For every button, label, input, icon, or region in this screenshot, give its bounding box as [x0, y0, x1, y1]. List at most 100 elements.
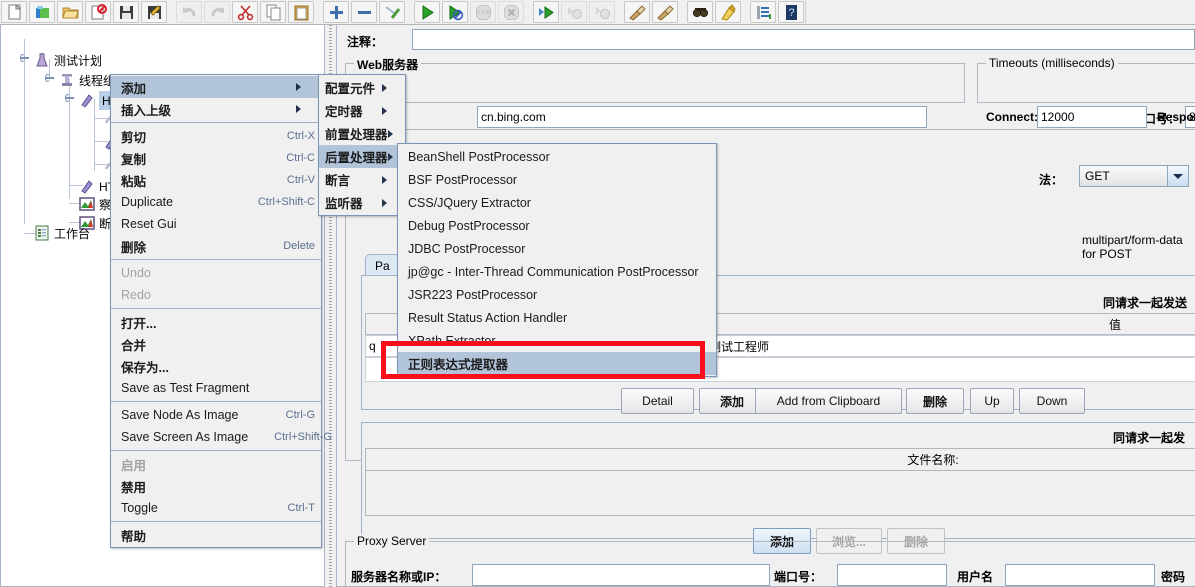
context-menu-item-18[interactable]: Save Node As Image Ctrl-G	[111, 404, 321, 426]
context-menu-item-7[interactable]: Reset Gui	[111, 213, 321, 235]
context-menu-item-13[interactable]: 打开...	[111, 311, 321, 333]
postprocessor-item-1[interactable]: BSF PostProcessor	[398, 168, 716, 191]
toolbar-tree-group	[322, 1, 406, 23]
templates-icon[interactable]	[29, 1, 55, 23]
tree-context-menu[interactable]: 添加插入上级剪切 Ctrl-X 复制 Ctrl-C 粘贴 Ctrl-V Duplicate C…	[110, 74, 332, 548]
tree-expand-handle[interactable]	[45, 74, 54, 83]
clear-icon[interactable]	[624, 1, 650, 23]
postprocessor-item-8[interactable]: XPath Extractor	[398, 329, 716, 352]
context-menu-item-15[interactable]: 保存为...	[111, 355, 321, 377]
redo-icon	[204, 1, 230, 23]
tab-parameters[interactable]: Pa	[365, 254, 400, 276]
tree-node-workbench[interactable]: 工作台	[34, 224, 90, 242]
chevron-right-icon	[382, 83, 401, 92]
context-menu-item-3[interactable]: 剪切 Ctrl-X	[111, 125, 321, 147]
menu-item-label: 前置处理器	[325, 128, 388, 142]
menu-item-label: JSR223 PostProcessor	[408, 287, 538, 302]
context-menu-item-1[interactable]: 插入上级	[111, 98, 321, 120]
search-icon[interactable]	[687, 1, 713, 23]
add-submenu-item-3[interactable]: 后置处理器	[319, 145, 405, 168]
context-menu-item-0[interactable]: 添加	[111, 76, 321, 98]
add-submenu-item-4[interactable]: 断言	[319, 168, 405, 191]
expand-icon[interactable]	[323, 1, 349, 23]
start-no-timers-icon[interactable]	[442, 1, 468, 23]
toolbar-remote-group	[532, 1, 616, 23]
add-submenu-item-5[interactable]: 监听器	[319, 191, 405, 214]
comment-input[interactable]	[412, 29, 1195, 50]
remote-stop-all-icon	[561, 1, 587, 23]
save-icon[interactable]	[113, 1, 139, 23]
context-menu-item-5[interactable]: 粘贴 Ctrl-V	[111, 169, 321, 191]
postprocessor-item-3[interactable]: Debug PostProcessor	[398, 214, 716, 237]
postprocessor-item-9[interactable]: 正则表达式提取器	[398, 352, 716, 375]
files-filename-header: 文件名称:	[365, 448, 1195, 471]
method-combo[interactable]: GET	[1079, 165, 1189, 187]
context-menu-item-4[interactable]: 复制 Ctrl-C	[111, 147, 321, 169]
context-menu-item-8[interactable]: 删除 Delete	[111, 235, 321, 257]
help-icon[interactable]: ?	[778, 1, 804, 23]
menu-item-label: 正则表达式提取器	[408, 358, 509, 372]
context-menu-item-14[interactable]: 合并	[111, 333, 321, 355]
param-up-button[interactable]: Up	[970, 388, 1014, 414]
cut-icon[interactable]	[232, 1, 258, 23]
param-detail-button[interactable]: Detail	[621, 388, 694, 414]
close-icon[interactable]	[85, 1, 111, 23]
proxy-port-input[interactable]	[837, 564, 947, 586]
reset-search-icon[interactable]	[715, 1, 741, 23]
context-menu-item-6[interactable]: Duplicate Ctrl+Shift-C	[111, 191, 321, 213]
menu-item-label: 定时器	[325, 105, 363, 119]
function-helper-icon[interactable]	[750, 1, 776, 23]
proxy-server-input[interactable]	[472, 564, 770, 586]
tree-node-test-plan[interactable]: 测试计划	[34, 51, 102, 69]
menu-item-label: 监听器	[325, 197, 363, 211]
start-icon[interactable]	[414, 1, 440, 23]
context-menu-item-22[interactable]: 禁用	[111, 475, 321, 497]
postprocessor-submenu[interactable]: BeanShell PostProcessor BSF PostProcessor…	[397, 143, 717, 377]
test-plan-tree: 测试计划 线程组 HTTP请求 响应断言 正则表达式提取器	[1, 25, 324, 241]
param-down-button[interactable]: Down	[1019, 388, 1085, 414]
clear-all-icon[interactable]	[652, 1, 678, 23]
postprocessor-item-5[interactable]: jp@gc - Inter-Thread Communication PostP…	[398, 260, 716, 283]
context-menu-item-16[interactable]: Save as Test Fragment	[111, 377, 321, 399]
postprocessor-item-0[interactable]: BeanShell PostProcessor	[398, 145, 716, 168]
remote-start-all-icon[interactable]	[533, 1, 559, 23]
postprocessor-item-7[interactable]: Result Status Action Handler	[398, 306, 716, 329]
param-add-clipboard-button[interactable]: Add from Clipboard	[755, 388, 902, 414]
tree-node-thread-group[interactable]: 线程组	[59, 71, 115, 89]
menu-item-label: 保存为...	[121, 360, 169, 375]
add-submenu-item-0[interactable]: 配置元件	[319, 76, 405, 99]
menu-item-label: 插入上级	[121, 103, 172, 118]
open-icon[interactable]	[57, 1, 83, 23]
save-as-icon[interactable]	[141, 1, 167, 23]
connect-timeout-input[interactable]: 12000	[1037, 106, 1147, 128]
postprocessor-item-4[interactable]: JDBC PostProcessor	[398, 237, 716, 260]
menu-item-accelerator: Delete	[283, 240, 315, 252]
menu-separator	[111, 521, 321, 522]
chevron-down-icon[interactable]	[1167, 166, 1188, 186]
add-submenu-item-2[interactable]: 前置处理器	[319, 122, 405, 145]
proxy-username-input[interactable]	[1005, 564, 1155, 586]
menu-item-label: XPath Extractor	[408, 333, 496, 348]
collapse-icon[interactable]	[351, 1, 377, 23]
menu-separator	[111, 401, 321, 402]
tree-expand-handle[interactable]	[20, 54, 29, 63]
postprocessor-item-2[interactable]: CSS/JQuery Extractor	[398, 191, 716, 214]
new-icon[interactable]	[1, 1, 27, 23]
menu-item-label: 合并	[121, 338, 147, 353]
add-submenu-item-1[interactable]: 定时器	[319, 99, 405, 122]
toggle-icon[interactable]	[379, 1, 405, 23]
param-delete-button[interactable]: 删除	[906, 388, 964, 414]
menu-item-label: Toggle	[121, 501, 158, 515]
context-menu-item-23[interactable]: Toggle Ctrl-T	[111, 497, 321, 519]
add-submenu[interactable]: 配置元件定时器前置处理器后置处理器 断言监听器	[318, 74, 406, 216]
copy-icon[interactable]	[260, 1, 286, 23]
tree-expand-handle[interactable]	[65, 94, 74, 103]
param-value-cell[interactable]: 测试工程师	[705, 335, 1195, 357]
svg-text:STOP: STOP	[476, 10, 490, 16]
context-menu-item-19[interactable]: Save Screen As Image Ctrl+Shift-G	[111, 426, 332, 448]
chevron-right-icon	[296, 105, 315, 113]
postprocessor-item-6[interactable]: JSR223 PostProcessor	[398, 283, 716, 306]
context-menu-item-25[interactable]: 帮助	[111, 524, 321, 546]
paste-icon[interactable]	[288, 1, 314, 23]
server-name-input[interactable]: cn.bing.com	[477, 106, 927, 128]
